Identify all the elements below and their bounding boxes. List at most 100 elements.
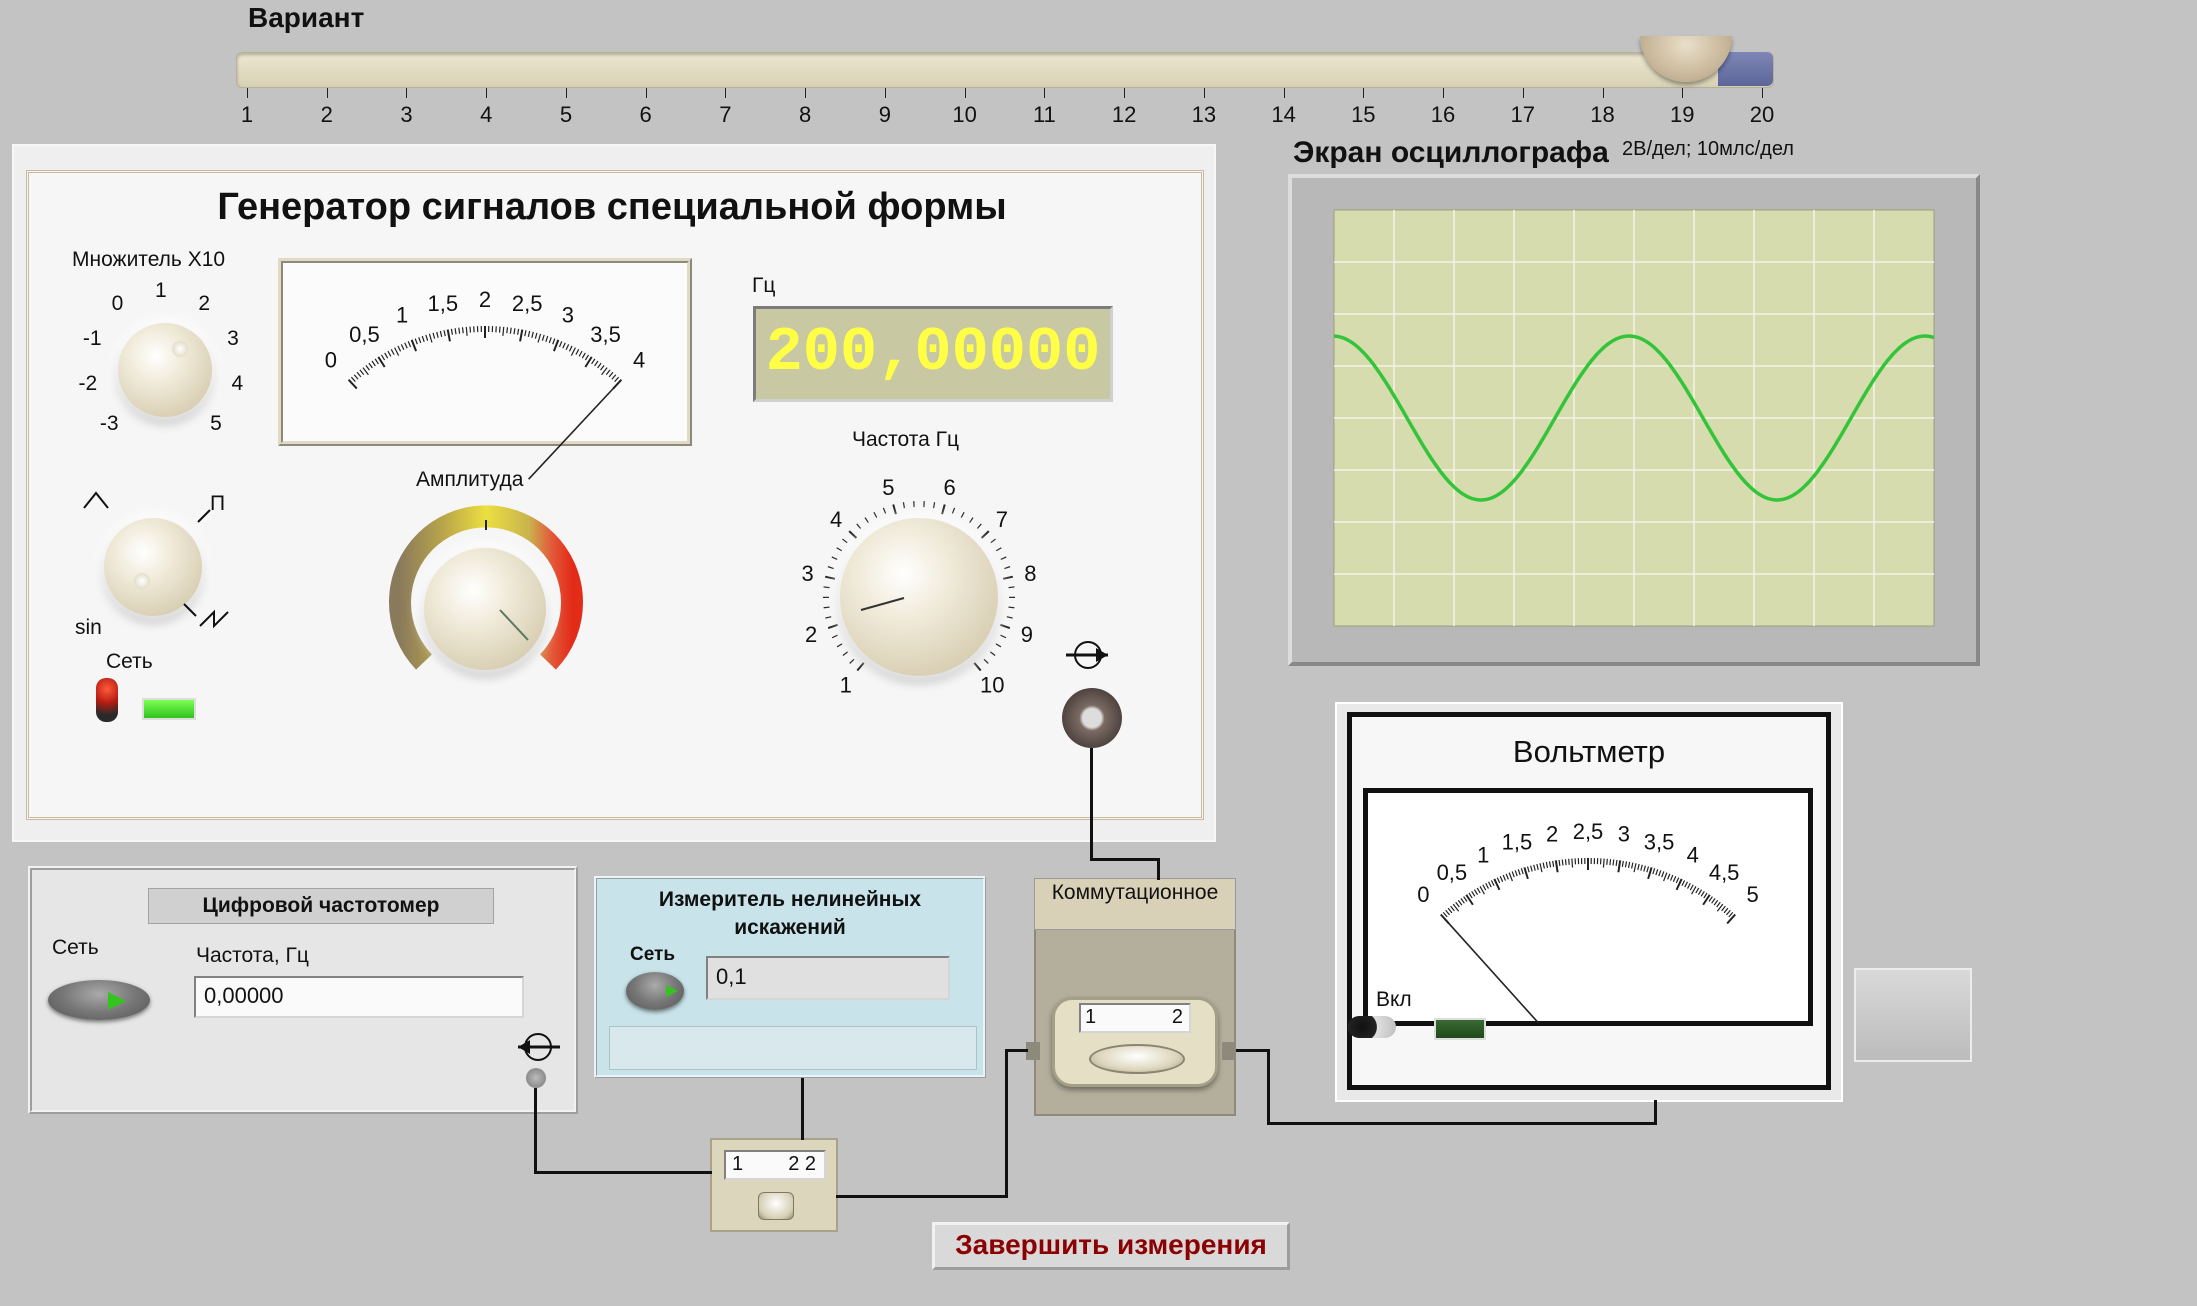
amplitude-meter-tick-mark (527, 330, 531, 338)
small-switch-lever[interactable] (758, 1192, 794, 1220)
amplitude-meter-tick-mark (450, 328, 453, 335)
freq-knob-tick-mark (827, 623, 838, 630)
voltmeter-tick-label: 4,5 (1709, 860, 1740, 885)
voltmeter-tick-mark (1721, 905, 1726, 912)
voltmeter-tick-mark (1646, 866, 1650, 873)
amplitude-meter-tick-mark (565, 344, 570, 351)
amplitude-meter-tick-mark (575, 349, 580, 355)
freq-knob-tick-mark (823, 606, 830, 609)
frequency-knob-pointer (860, 597, 905, 611)
waveform-knob-indicator (134, 573, 150, 589)
counter-freq-field: 0,00000 (194, 976, 524, 1018)
multiplier-tick-label: -3 (99, 412, 119, 436)
variant-tick-label: 15 (1351, 102, 1376, 127)
waveform-knob[interactable] (104, 518, 202, 616)
commutation-switch[interactable]: 1 2 (1052, 997, 1218, 1087)
voltmeter-tick-mark (1476, 887, 1481, 894)
commutation-lever[interactable] (1089, 1044, 1185, 1074)
sawtooth-wave-icon (199, 609, 229, 629)
multiplier-tick-label: 0 (111, 292, 124, 316)
amplitude-meter-tick-mark (446, 329, 451, 342)
multiplier-tick-label: 1 (155, 279, 167, 302)
voltmeter-tick-mark (1675, 877, 1680, 884)
variant-tick-mark (964, 88, 966, 98)
amplitude-meter-tick-mark (534, 332, 538, 339)
amplitude-meter-tick-mark (513, 328, 516, 335)
counter-power-led-icon (108, 992, 126, 1010)
distortion-power-button[interactable] (626, 972, 684, 1010)
voltmeter-tick-mark (1457, 899, 1463, 906)
voltmeter-tick-mark (1465, 894, 1474, 906)
amplitude-meter-tick-mark (454, 328, 457, 335)
amplitude-meter-tick-mark (353, 374, 359, 380)
voltmeter-tick-mark (1612, 859, 1615, 866)
voltmeter-tick-mark (1652, 868, 1656, 875)
amplitude-meter-tick-mark (458, 327, 461, 334)
voltmeter-tick-mark (1606, 858, 1608, 865)
amplitude-meter-tick-mark (509, 327, 512, 334)
voltmeter-power-switch[interactable] (1348, 1016, 1396, 1038)
amplitude-meter-tick-label: 3,5 (590, 322, 621, 347)
voltmeter-tick-mark (1455, 901, 1460, 908)
voltmeter-tick-label: 2 (1546, 822, 1558, 847)
amplitude-meter-tick-mark (428, 333, 433, 343)
freq-knob-tick-mark (1000, 556, 1007, 560)
multiplier-tick-label: -1 (82, 327, 102, 351)
voltmeter-tick-mark (1655, 869, 1659, 876)
voltmeter-tick-mark (1487, 881, 1492, 888)
input-arrow-icon (518, 1033, 560, 1061)
frequency-knob[interactable] (840, 518, 998, 676)
voltmeter-tick-mark (1637, 863, 1640, 871)
voltmeter-tick-mark (1609, 859, 1612, 866)
wire-commutation-right (1236, 1049, 1270, 1052)
voltmeter-tick-mark (1713, 899, 1719, 906)
amplitude-meter-tick-mark (608, 371, 614, 378)
wire-to-commutation-left (1005, 1049, 1028, 1052)
voltmeter-tick-mark (1558, 859, 1561, 866)
generator-output-connector[interactable] (1062, 688, 1122, 748)
amplitude-meter-tick-label: 1,5 (428, 291, 459, 316)
sine-wave-label: sin (75, 616, 102, 639)
amplitude-meter-tick-mark (584, 354, 590, 361)
amplitude-knob[interactable] (424, 548, 546, 670)
multiplier-knob-indicator (172, 341, 188, 357)
wire-switch-up (1005, 1049, 1008, 1198)
variant-tick-label: 14 (1271, 102, 1296, 127)
amplitude-meter-tick-mark (519, 329, 524, 342)
voltmeter-tick-mark (1681, 880, 1686, 886)
wire-switch-right (836, 1195, 1008, 1198)
multiplier-knob[interactable] (118, 323, 212, 417)
voltmeter-power-led (1434, 1018, 1486, 1040)
amplitude-meter-tick-mark (600, 364, 605, 371)
voltmeter-tick-mark (1447, 907, 1453, 914)
square-wave-label: П (210, 492, 226, 515)
voltmeter-tick-mark (1502, 874, 1507, 881)
amplitude-meter-tick-label: 2 (479, 287, 491, 312)
variant-tick-label: 8 (799, 102, 812, 127)
amplitude-meter-tick-mark (578, 350, 583, 357)
freq-knob-tick-mark (902, 502, 905, 509)
variant-tick-mark (1762, 88, 1763, 98)
voltmeter-tick-mark (1667, 873, 1671, 880)
counter-input-connector[interactable] (526, 1068, 546, 1088)
finish-measurements-button[interactable]: Завершить измерения (932, 1222, 1290, 1270)
amplitude-meter-tick-mark (443, 330, 446, 337)
variant-tick-mark (1283, 88, 1285, 98)
amplitude-meter-tick-mark (591, 358, 596, 365)
variant-tick-mark (1203, 88, 1205, 98)
voltmeter-tick-mark (1442, 911, 1448, 918)
freq-knob-tick-label: 1 (840, 672, 852, 697)
amplitude-meter-tick-label: 0,5 (349, 322, 380, 347)
voltmeter-tick-mark (1640, 864, 1643, 871)
variant-tick-label: 7 (719, 102, 732, 127)
voltmeter-on-label: Вкл (1376, 988, 1412, 1011)
variant-tick-label: 6 (639, 102, 652, 127)
freq-knob-tick-mark (892, 504, 897, 515)
freq-knob-tick-label: 6 (943, 475, 955, 500)
small-switch-panel[interactable]: 1 2 2 (710, 1138, 838, 1232)
frequency-display: 200,00000 (753, 306, 1113, 402)
counter-power-button[interactable] (48, 980, 150, 1020)
voltmeter-title: Вольтметр (1512, 734, 1666, 769)
variant-slider-track[interactable] (236, 52, 1774, 88)
generator-power-switch[interactable] (96, 678, 118, 722)
